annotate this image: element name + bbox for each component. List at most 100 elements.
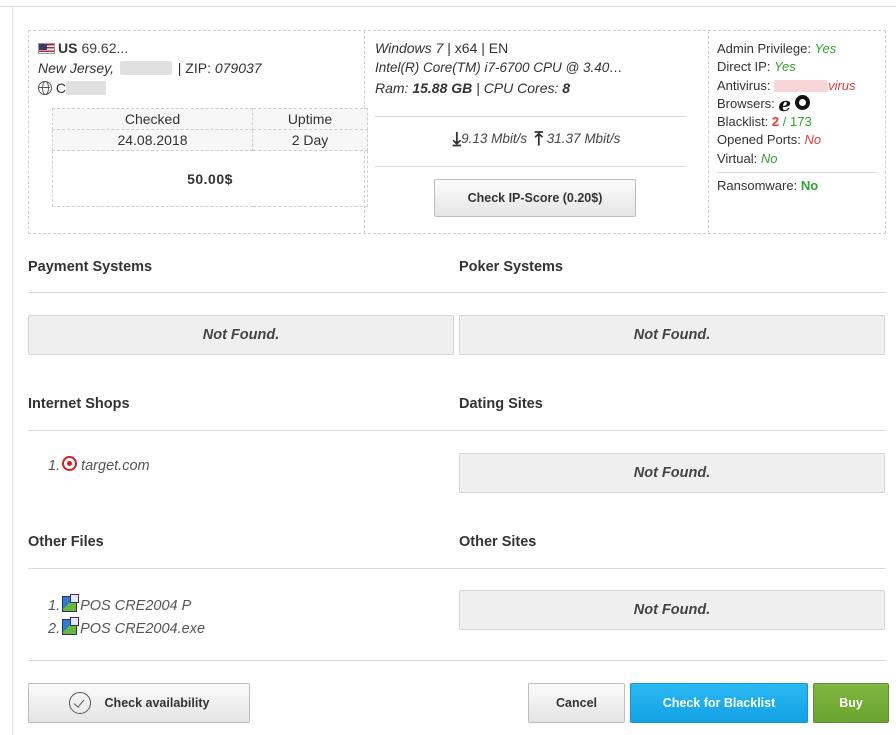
checked-header: Checked (52, 108, 253, 130)
payment-systems-title: Payment Systems (28, 259, 153, 275)
dating-sites-title: Dating Sites (459, 396, 543, 412)
checked-date: 24.08.2018 (52, 129, 253, 151)
check-circle-icon (68, 692, 91, 714)
check-for-blacklist-button[interactable]: Check for Blacklist (630, 683, 808, 723)
redacted-city (119, 61, 172, 75)
upload-speed: 31.37 Mbit/s (546, 131, 621, 146)
virtual-label: Virtual: (717, 150, 758, 166)
redacted-city-name (66, 81, 107, 95)
country-line: US 69.62... (38, 38, 355, 58)
poker-not-found: Not Found. (459, 315, 885, 355)
list-item-number: 1. (48, 598, 61, 614)
direct-ip-label: Direct IP: (717, 59, 771, 75)
ports-row: Opened Ports: No (717, 131, 877, 149)
system-separator-2 (375, 166, 686, 167)
os-name: Windows 7 (375, 40, 444, 56)
antivirus-value: virus (828, 77, 856, 93)
ransomware-label: Ransomware: (717, 178, 798, 194)
ransomware-value: No (800, 178, 819, 194)
location-column: US 69.62... New Jersey, | ZIP: 079037 C C… (29, 31, 368, 233)
uptime-header: Uptime (252, 108, 368, 130)
list-item: 1. target.com (48, 456, 150, 474)
poker-systems-title: Poker Systems (459, 259, 563, 275)
other-sites-title: Other Sites (459, 534, 537, 550)
other-files-title: Other Files (28, 534, 104, 550)
cpu-line: Intel(R) Core(TM) i7-6700 CPU @ 3.40… (375, 60, 623, 75)
list-item-number: 2. (48, 621, 61, 637)
direct-ip-value: Yes (774, 59, 796, 75)
city-initial: C (55, 80, 67, 96)
check-availability-button[interactable]: Check availability (28, 683, 250, 723)
list-item: 1. POS CRE2004 P (48, 594, 192, 614)
direct-ip-row: Direct IP: Yes (717, 58, 877, 76)
antivirus-label: Antivirus: (717, 77, 771, 93)
top-divider (0, 6, 896, 7)
file-icon (62, 617, 80, 635)
price: 50.00$ (52, 150, 368, 207)
download-speed: 9.13 Mbit/s (461, 131, 528, 146)
file-name: POS CRE2004 P (80, 598, 192, 614)
file-icon (62, 594, 80, 612)
sites-not-found: Not Found. (459, 590, 885, 630)
redacted-antivirus (774, 79, 829, 92)
ports-label: Opened Ports: (717, 132, 801, 148)
dating-not-found: Not Found. (459, 453, 885, 493)
region-line: New Jersey, | ZIP: 079037 (38, 58, 355, 78)
section-divider-3 (28, 568, 886, 569)
blacklist-label: Blacklist: (717, 114, 769, 130)
chrome-icon (794, 94, 810, 110)
download-arrow-icon: ⤓ (452, 129, 462, 150)
blacklist-total: 173 (790, 114, 812, 130)
file-name: POS CRE2004.exe (80, 621, 206, 637)
security-column: Admin Privilege: Yes Direct IP: Yes Anti… (709, 31, 885, 233)
admin-value: Yes (814, 41, 837, 56)
browsers-label: Browsers: (717, 95, 775, 111)
bot-info-panel: US 69.62... New Jersey, | ZIP: 079037 C C… (28, 30, 886, 234)
system-separator-1 (375, 116, 686, 117)
blacklist-separator: / (779, 114, 790, 130)
country-code: US (58, 40, 78, 56)
ip-address: 69.62... (81, 40, 129, 56)
ram-line: Ram: 15.88 GB | CPU Cores: 8 (375, 78, 698, 98)
section-divider-4 (28, 660, 886, 661)
check-availability-label: Check availability (104, 696, 210, 710)
section-divider-1 (28, 292, 886, 293)
zip-value: 079037 (214, 60, 262, 76)
us-flag-icon (38, 43, 55, 54)
state-name: New Jersey, (38, 60, 114, 76)
ram-label: Ram: (375, 80, 409, 96)
antivirus-row: Antivirus: virus (717, 77, 877, 95)
city-line: C (38, 78, 355, 98)
shop-name: target.com (81, 458, 150, 474)
os-arch: | x64 | EN (447, 40, 509, 56)
system-column: Windows 7 | x64 | EN Intel(R) Core(TM) i… (365, 31, 709, 233)
cancel-button[interactable]: Cancel (528, 683, 625, 723)
left-divider (12, 6, 13, 735)
section-divider-2 (28, 430, 886, 431)
check-ip-score-button[interactable]: Check IP-Score (0.20$) (434, 179, 636, 217)
admin-row: Admin Privilege: Yes (717, 40, 877, 58)
browsers-row: Browsers: e (717, 91, 877, 116)
cores-value: 8 (562, 80, 571, 96)
target-logo-icon (62, 456, 78, 471)
internet-shops-title: Internet Shops (28, 396, 130, 412)
globe-icon (38, 81, 52, 95)
virtual-row: Virtual: No (717, 150, 877, 168)
blacklist-row: Blacklist: 2 / 173 (717, 113, 877, 131)
buy-button[interactable]: Buy (813, 683, 889, 723)
stats-table: Checked Uptime 24.08.2018 2 Day 50.00$ (52, 108, 368, 207)
ports-value: No (804, 132, 822, 148)
list-item-number: 1. (48, 458, 61, 474)
zip-label: | ZIP: (177, 60, 211, 76)
uptime-value: 2 Day (252, 129, 368, 151)
ransomware-row: Ransomware: No (717, 172, 877, 195)
os-line: Windows 7 | x64 | EN (375, 38, 698, 58)
upload-arrow-icon: ⤒ (534, 129, 544, 150)
payment-not-found: Not Found. (28, 315, 454, 355)
internet-explorer-icon: e (778, 91, 792, 116)
cores-label: | CPU Cores: (476, 80, 559, 96)
admin-label: Admin Privilege: (717, 41, 811, 56)
ram-value: 15.88 GB (412, 80, 473, 96)
speed-line: ⤓9.13 Mbit/s ⤒ 31.37 Mbit/s (365, 129, 708, 151)
virtual-value: No (760, 150, 778, 166)
